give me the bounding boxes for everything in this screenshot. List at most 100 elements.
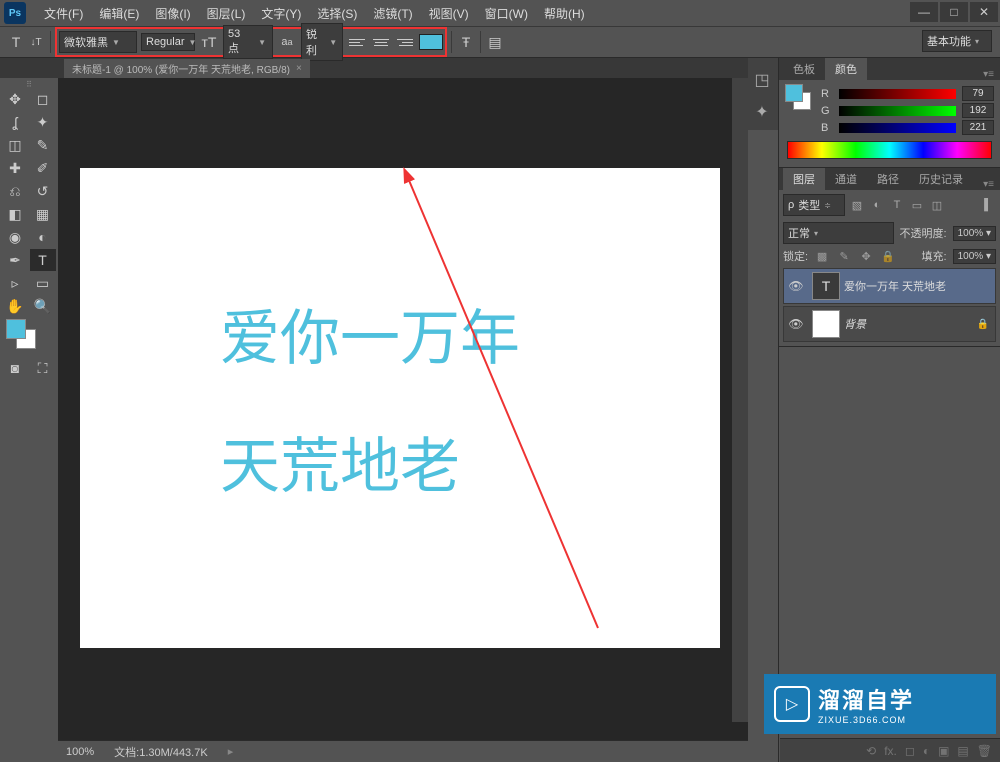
status-arrow-icon[interactable]: ▸ (228, 745, 234, 758)
character-panel-icon[interactable]: ▤ (485, 32, 505, 52)
warp-text-icon[interactable]: Ŧ (456, 32, 476, 52)
hand-tool[interactable]: ✋ (2, 295, 28, 317)
color-panel-menu-icon[interactable]: ▾≡ (977, 69, 1000, 80)
b-value[interactable]: 221 (962, 120, 994, 135)
menu-image[interactable]: 图像(I) (147, 5, 198, 22)
magic-wand-tool[interactable]: ✦ (30, 111, 56, 133)
crop-tool[interactable]: ◫ (2, 134, 28, 156)
font-family-dropdown[interactable]: 微软雅黑▼ (59, 31, 137, 53)
opacity-value[interactable]: 100% ▾ (953, 226, 996, 241)
g-slider[interactable] (839, 106, 956, 116)
filter-pixel-icon[interactable]: ▧ (849, 198, 865, 212)
lock-position-icon[interactable]: ✥ (858, 248, 874, 264)
fill-value[interactable]: 100% ▾ (953, 249, 996, 264)
tool-preset-icon[interactable]: T (6, 32, 26, 52)
filter-toggle[interactable]: ▌ (980, 198, 996, 212)
layers-panel-menu-icon[interactable]: ▾≡ (977, 179, 1000, 190)
layer-item-text[interactable]: 👁 T 爱你一万年 天荒地老 (783, 268, 996, 304)
color-picker[interactable] (2, 317, 56, 357)
group-icon[interactable]: ▣ (938, 744, 949, 758)
dodge-tool[interactable]: ◐ (30, 226, 56, 248)
layer-mask-icon[interactable]: ◻ (905, 744, 915, 758)
history-brush-tool[interactable]: ↺ (30, 180, 56, 202)
dock-properties-icon[interactable]: ✦ (748, 98, 776, 126)
r-value[interactable]: 79 (962, 86, 994, 101)
b-slider[interactable] (839, 123, 956, 133)
menu-select[interactable]: 选择(S) (309, 5, 365, 22)
layer-name[interactable]: 背景 (844, 316, 977, 332)
menu-filter[interactable]: 滤镜(T) (365, 5, 420, 22)
canvas[interactable]: 爱你一万年 天荒地老 (80, 168, 720, 648)
tools-grip[interactable] (2, 80, 56, 88)
layer-name[interactable]: 爱你一万年 天荒地老 (844, 278, 995, 294)
layer-item-background[interactable]: 👁 背景 🔒 (783, 306, 996, 342)
g-value[interactable]: 192 (962, 103, 994, 118)
move-tool[interactable]: ✥ (2, 88, 28, 110)
spectrum-ramp[interactable] (787, 141, 992, 159)
text-color-swatch[interactable] (419, 34, 443, 50)
link-layers-icon[interactable]: ⟲ (866, 744, 876, 758)
zoom-tool[interactable]: 🔍 (30, 295, 56, 317)
tab-color[interactable]: 颜色 (825, 58, 867, 80)
menu-help[interactable]: 帮助(H) (536, 5, 593, 22)
lasso-tool[interactable]: ʆ (2, 111, 28, 133)
menu-file[interactable]: 文件(F) (36, 5, 91, 22)
lock-all-icon[interactable]: 🔒 (880, 248, 896, 264)
path-select-tool[interactable]: ▹ (2, 272, 28, 294)
delete-layer-icon[interactable]: 🗑 (977, 744, 992, 758)
visibility-icon[interactable]: 👁 (784, 317, 808, 331)
color-swatch-pair[interactable] (785, 84, 815, 112)
align-left-button[interactable] (347, 33, 367, 51)
brush-tool[interactable]: ✐ (30, 157, 56, 179)
filter-shape-icon[interactable]: ▭ (909, 198, 925, 212)
minimize-button[interactable]: — (910, 2, 938, 22)
align-center-button[interactable] (371, 33, 391, 51)
eyedropper-tool[interactable]: ✎ (30, 134, 56, 156)
zoom-level[interactable]: 100% (66, 746, 94, 758)
visibility-icon[interactable]: 👁 (784, 279, 808, 293)
font-style-dropdown[interactable]: Regular▼ (141, 33, 195, 51)
quickmask-tool[interactable]: ◙ (2, 357, 28, 379)
lock-transparent-icon[interactable]: ▩ (814, 248, 830, 264)
adjustment-layer-icon[interactable]: ◐ (923, 744, 930, 758)
tab-channels[interactable]: 通道 (825, 168, 867, 190)
canvas-text-line1[interactable]: 爱你一万年 (220, 290, 520, 377)
workspace-dropdown[interactable]: 基本功能▾ (922, 30, 992, 52)
new-layer-icon[interactable]: ▤ (957, 744, 968, 758)
blend-mode-dropdown[interactable]: 正常▾ (783, 222, 894, 244)
filter-type-icon[interactable]: T (889, 198, 905, 212)
type-tool[interactable]: T (30, 249, 56, 271)
pen-tool[interactable]: ✒ (2, 249, 28, 271)
menu-edit[interactable]: 编辑(E) (91, 5, 147, 22)
screenmode-tool[interactable]: ⛶ (30, 357, 56, 379)
layer-fx-icon[interactable]: fx. (884, 744, 897, 758)
vertical-scrollbar[interactable] (732, 78, 748, 722)
lock-pixels-icon[interactable]: ✎ (836, 248, 852, 264)
menu-view[interactable]: 视图(V) (421, 5, 477, 22)
close-button[interactable]: ✕ (970, 2, 998, 22)
menu-type[interactable]: 文字(Y) (253, 5, 309, 22)
align-right-button[interactable] (395, 33, 415, 51)
healing-tool[interactable]: ✚ (2, 157, 28, 179)
filter-adjust-icon[interactable]: ◐ (869, 198, 885, 212)
menu-layer[interactable]: 图层(L) (199, 5, 254, 22)
maximize-button[interactable]: □ (940, 2, 968, 22)
dock-history-icon[interactable]: ◳ (748, 66, 776, 94)
tab-paths[interactable]: 路径 (867, 168, 909, 190)
tab-layers[interactable]: 图层 (783, 168, 825, 190)
menu-window[interactable]: 窗口(W) (477, 5, 536, 22)
r-slider[interactable] (839, 89, 956, 99)
layer-filter-kind[interactable]: ρ 类型≑ (783, 194, 845, 216)
foreground-color[interactable] (6, 319, 26, 339)
filter-smart-icon[interactable]: ◫ (929, 198, 945, 212)
canvas-text-line2[interactable]: 天荒地老 (220, 418, 460, 505)
stamp-tool[interactable]: ⎌ (2, 180, 28, 202)
shape-tool[interactable]: ▭ (30, 272, 56, 294)
gradient-tool[interactable]: ▦ (30, 203, 56, 225)
antialias-dropdown[interactable]: 锐利▼ (301, 23, 343, 61)
marquee-tool[interactable]: ◻ (30, 88, 56, 110)
tab-swatches[interactable]: 色板 (783, 58, 825, 80)
document-tab[interactable]: 未标题-1 @ 100% (爱你一万年 天荒地老, RGB/8) × (64, 59, 310, 78)
blur-tool[interactable]: ◉ (2, 226, 28, 248)
eraser-tool[interactable]: ◧ (2, 203, 28, 225)
